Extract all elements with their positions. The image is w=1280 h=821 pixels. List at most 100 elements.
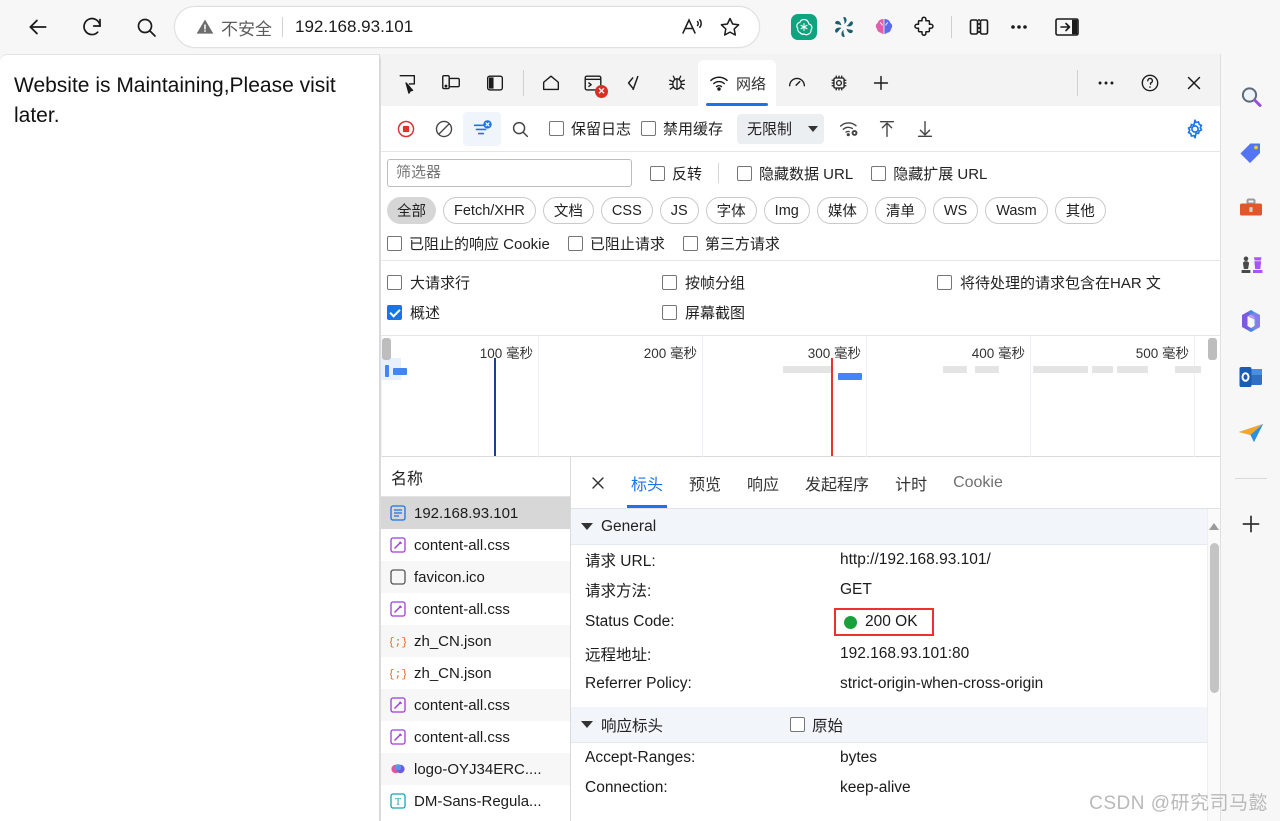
chip-wasm[interactable]: Wasm bbox=[985, 197, 1048, 224]
network-settings-gear-icon[interactable] bbox=[1176, 112, 1214, 146]
blocked-requests-box[interactable] bbox=[567, 236, 583, 251]
record-stop-button[interactable] bbox=[387, 112, 425, 146]
third-party-checkbox[interactable]: 第三方请求 bbox=[682, 233, 780, 254]
request-list-header[interactable]: 名称 bbox=[381, 457, 570, 497]
hide-extension-urls-checkbox[interactable]: 隐藏扩展 URL bbox=[871, 163, 987, 184]
tab-add-panel[interactable] bbox=[860, 60, 902, 106]
chip-css[interactable]: CSS bbox=[600, 197, 653, 224]
more-options-icon[interactable] bbox=[999, 7, 1039, 47]
dock-side-icon[interactable] bbox=[473, 60, 517, 106]
tab-headers[interactable]: 标头 bbox=[619, 458, 675, 508]
table-row[interactable]: {;} zh_CN.json bbox=[381, 625, 570, 657]
back-arrow-icon[interactable] bbox=[18, 10, 58, 44]
extensions-puzzle-icon[interactable] bbox=[904, 7, 944, 47]
chatgpt-icon[interactable] bbox=[784, 7, 824, 47]
chip-fetch-xhr[interactable]: Fetch/XHR bbox=[443, 197, 536, 224]
tab-console[interactable]: ✕ bbox=[572, 60, 614, 106]
tab-home[interactable] bbox=[530, 60, 572, 106]
search-button[interactable] bbox=[501, 112, 539, 146]
games-chess-icon[interactable] bbox=[1234, 248, 1268, 282]
table-row[interactable]: content-all.css bbox=[381, 593, 570, 625]
device-toolbar-icon[interactable] bbox=[429, 60, 473, 106]
address-bar-url[interactable]: 192.168.93.101 bbox=[295, 17, 675, 37]
scroll-up-arrow-icon[interactable] bbox=[1209, 523, 1219, 530]
devtools-close-icon[interactable] bbox=[1172, 60, 1216, 106]
tab-performance[interactable] bbox=[776, 60, 818, 106]
blocked-cookies-checkbox[interactable]: 已阻止的响应 Cookie bbox=[387, 233, 550, 254]
disable-cache-box[interactable] bbox=[641, 121, 657, 136]
include-pending-har-checkbox[interactable]: 将待处理的请求包含在HAR 文 bbox=[937, 272, 1161, 293]
outlook-icon[interactable] bbox=[1234, 360, 1268, 394]
overview-handle-left[interactable] bbox=[382, 338, 391, 360]
microsoft365-icon[interactable] bbox=[1234, 304, 1268, 338]
hide-data-urls-box[interactable] bbox=[737, 165, 753, 181]
screenshots-box[interactable] bbox=[662, 304, 677, 320]
scrollbar-thumb[interactable] bbox=[1210, 543, 1219, 693]
third-party-box[interactable] bbox=[682, 236, 698, 251]
detail-scrollbar[interactable] bbox=[1207, 509, 1220, 821]
table-row[interactable]: 192.168.93.101 bbox=[381, 497, 570, 529]
filter-toggle-button[interactable] bbox=[463, 111, 501, 146]
close-detail-icon[interactable] bbox=[579, 464, 617, 502]
collections-open-icon[interactable] bbox=[1047, 7, 1087, 47]
preserve-log-checkbox[interactable]: 保留日志 bbox=[549, 118, 631, 139]
price-tag-icon[interactable] bbox=[1234, 136, 1268, 170]
overview-box[interactable] bbox=[387, 304, 402, 320]
read-aloud-icon[interactable] bbox=[675, 10, 709, 44]
raw-checkbox[interactable]: 原始 bbox=[790, 714, 843, 736]
chip-img[interactable]: Img bbox=[763, 197, 810, 224]
hide-data-urls-checkbox[interactable]: 隐藏数据 URL bbox=[737, 163, 853, 184]
tab-sources[interactable] bbox=[614, 60, 656, 106]
table-row[interactable]: {;} zh_CN.json bbox=[381, 657, 570, 689]
add-sidebar-app-icon[interactable] bbox=[1234, 507, 1268, 541]
chip-ws[interactable]: WS bbox=[932, 197, 979, 224]
import-har-icon[interactable] bbox=[868, 112, 906, 146]
blocked-cookies-box[interactable] bbox=[387, 236, 402, 251]
table-row[interactable]: logo-OYJ34ERC.... bbox=[381, 753, 570, 785]
chip-other[interactable]: 其他 bbox=[1054, 197, 1106, 224]
export-har-icon[interactable] bbox=[906, 112, 944, 146]
favorite-star-icon[interactable] bbox=[713, 10, 747, 44]
table-row[interactable]: content-all.css bbox=[381, 721, 570, 753]
chip-manifest[interactable]: 清单 bbox=[874, 197, 926, 224]
tab-cookie[interactable]: Cookie bbox=[941, 458, 1015, 508]
split-screen-icon[interactable] bbox=[959, 7, 999, 47]
invert-checkbox[interactable]: 反转 bbox=[650, 163, 702, 184]
table-row[interactable]: content-all.css bbox=[381, 689, 570, 721]
tab-initiator[interactable]: 发起程序 bbox=[793, 458, 881, 508]
chip-font[interactable]: 字体 bbox=[705, 197, 757, 224]
filter-input[interactable]: 筛选器 bbox=[387, 159, 632, 187]
table-row[interactable]: T DM-Sans-Regula... bbox=[381, 785, 570, 817]
big-request-rows-box[interactable] bbox=[387, 274, 402, 290]
tab-response[interactable]: 响应 bbox=[735, 458, 791, 508]
request-list[interactable]: 名称 192.168.93.101 content-all.css favico… bbox=[381, 457, 571, 821]
chip-all[interactable]: 全部 bbox=[387, 197, 436, 224]
disable-cache-checkbox[interactable]: 禁用缓存 bbox=[641, 118, 723, 139]
tab-memory-chip[interactable] bbox=[818, 60, 860, 106]
tab-preview[interactable]: 预览 bbox=[677, 458, 733, 508]
address-bar[interactable]: 不安全 192.168.93.101 bbox=[174, 6, 760, 48]
inspect-element-icon[interactable] bbox=[385, 60, 429, 106]
reload-icon[interactable] bbox=[72, 10, 112, 44]
search-icon[interactable] bbox=[1234, 80, 1268, 114]
preserve-log-box[interactable] bbox=[549, 121, 564, 136]
raw-box[interactable] bbox=[790, 717, 806, 732]
network-overview-timeline[interactable]: 100 毫秒 200 毫秒 300 毫秒 400 毫秒 500 毫秒 bbox=[381, 335, 1220, 458]
overview-checkbox[interactable]: 概述 bbox=[387, 302, 662, 323]
chip-doc[interactable]: 文档 bbox=[542, 197, 594, 224]
invert-box[interactable] bbox=[650, 165, 665, 181]
openai-swirl-icon[interactable] bbox=[824, 7, 864, 47]
include-pending-har-box[interactable] bbox=[937, 274, 952, 290]
overview-handle-right[interactable] bbox=[1208, 338, 1217, 360]
big-request-rows-checkbox[interactable]: 大请求行 bbox=[387, 272, 662, 293]
network-conditions-icon[interactable] bbox=[830, 112, 868, 146]
group-by-frame-checkbox[interactable]: 按帧分组 bbox=[662, 272, 937, 293]
blocked-requests-checkbox[interactable]: 已阻止请求 bbox=[567, 233, 665, 254]
search-icon[interactable] bbox=[126, 10, 166, 44]
telegram-plane-icon[interactable] bbox=[1234, 416, 1268, 450]
screenshots-checkbox[interactable]: 屏幕截图 bbox=[662, 302, 937, 323]
tab-network[interactable]: 网络 bbox=[698, 60, 777, 106]
table-row[interactable]: favicon.ico bbox=[381, 561, 570, 593]
chip-js[interactable]: JS bbox=[659, 197, 699, 224]
section-general-header[interactable]: General bbox=[571, 509, 1220, 545]
